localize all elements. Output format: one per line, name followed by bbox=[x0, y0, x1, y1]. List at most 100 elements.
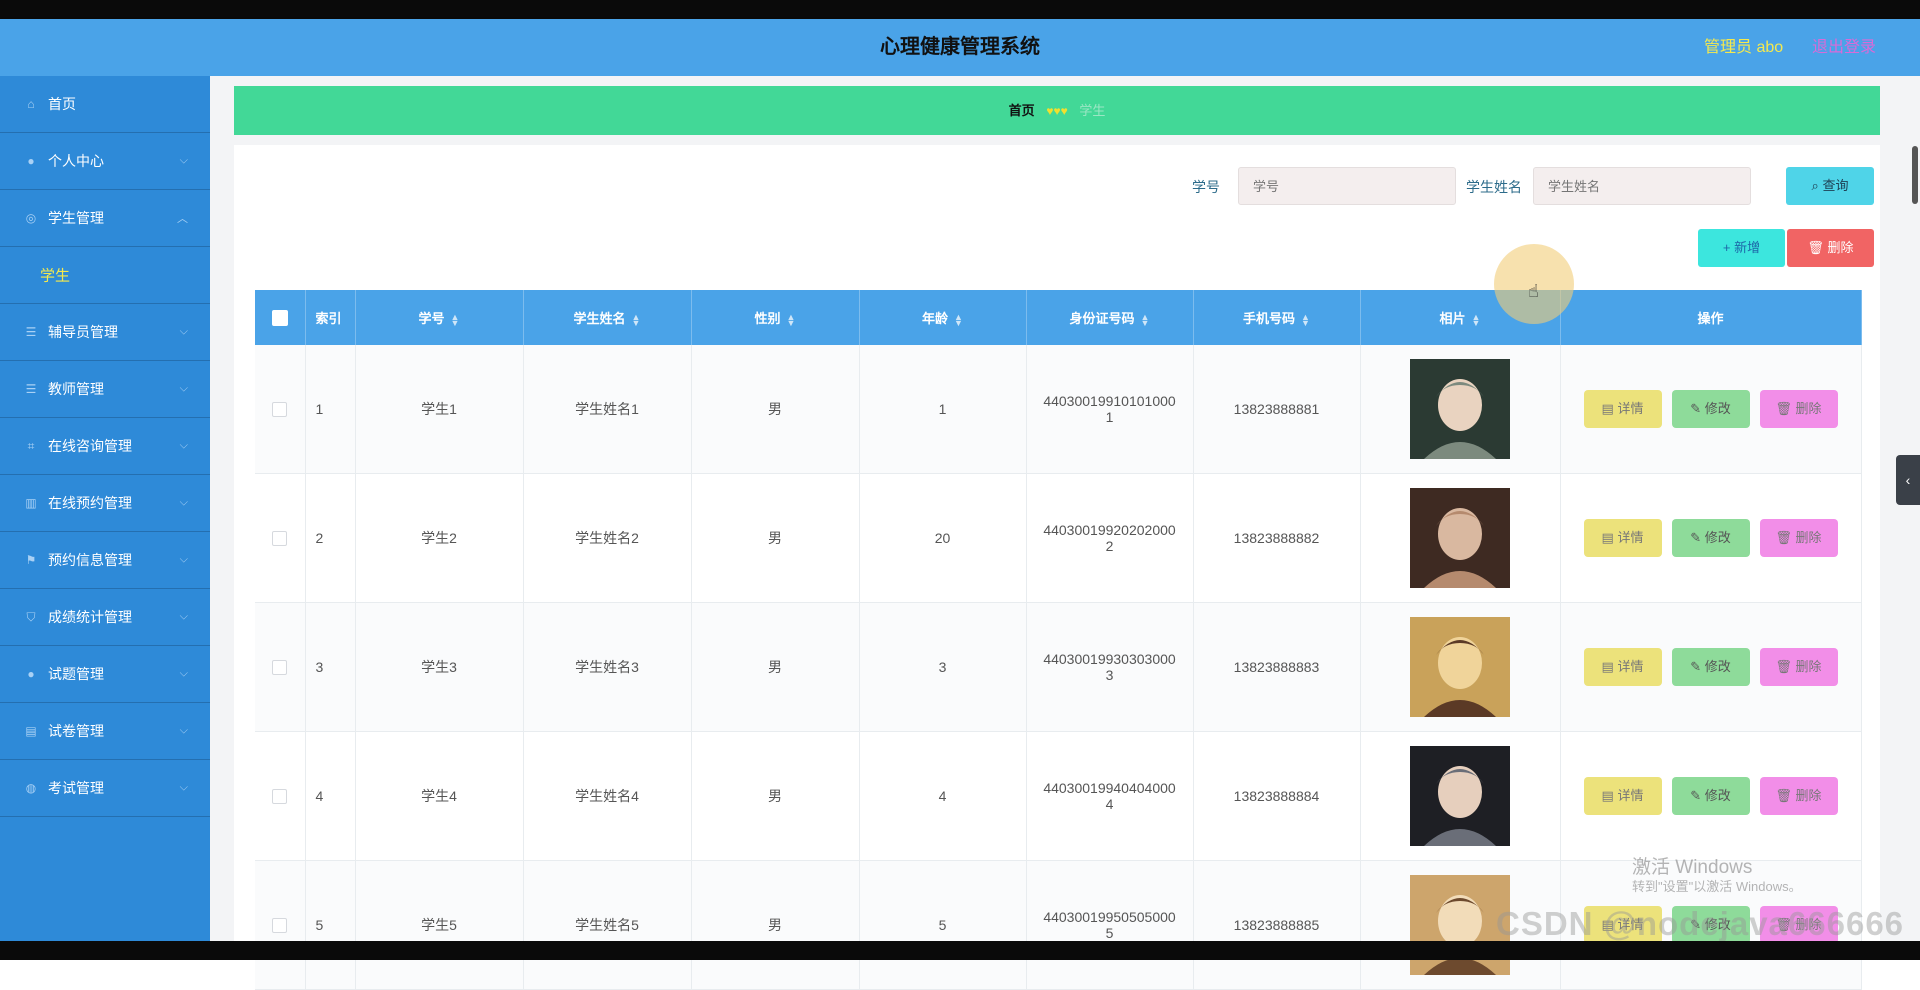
sort-icon[interactable]: ▲ ▼ bbox=[1301, 312, 1310, 327]
edit-button[interactable]: ✎ 修改 bbox=[1671, 519, 1750, 557]
sidebar-item-booking-info[interactable]: ⚑ 预约信息管理 ⌵ bbox=[0, 532, 210, 589]
sidebar-item-home[interactable]: ⌂ 首页 bbox=[0, 76, 210, 133]
book-icon: ▥ bbox=[25, 496, 37, 510]
app-title: 心理健康管理系统 bbox=[880, 36, 1040, 58]
edit-button[interactable]: ✎ 修改 bbox=[1671, 390, 1750, 428]
chevron-down-icon: ⌵ bbox=[179, 667, 188, 680]
select-all-cell[interactable] bbox=[255, 290, 306, 345]
sort-icon[interactable]: ▲ ▼ bbox=[1141, 312, 1150, 327]
detail-button[interactable]: ▤ 详情 bbox=[1583, 648, 1662, 686]
cell-phone: 13823888885 bbox=[1193, 860, 1361, 990]
column-header-student-name[interactable]: 学生姓名 ▲ ▼ bbox=[523, 290, 692, 345]
student-name-input[interactable] bbox=[1533, 167, 1751, 205]
app-header: 心理健康管理系统 管理员 abo 退出登录 bbox=[0, 19, 1920, 76]
row-checkbox[interactable] bbox=[272, 789, 288, 805]
id-number-part1: 44030019940404000 bbox=[1043, 780, 1176, 796]
batch-delete-button[interactable]: 🗑 删除 bbox=[1787, 229, 1874, 267]
delete-button[interactable]: 🗑 删除 bbox=[1759, 519, 1838, 557]
sort-icon[interactable]: ▲ ▼ bbox=[1472, 312, 1481, 327]
student-photo[interactable] bbox=[1410, 875, 1510, 975]
add-button[interactable]: + 新增 bbox=[1698, 229, 1785, 267]
column-header-gender[interactable]: 性别 ▲ ▼ bbox=[691, 290, 860, 345]
edit-button-label: 修改 bbox=[1704, 401, 1731, 416]
student-no-input[interactable] bbox=[1238, 167, 1456, 205]
sort-icon[interactable]: ▲ ▼ bbox=[632, 312, 641, 327]
cell-id-number: 44030019940404000 4 bbox=[1026, 731, 1194, 861]
delete-button[interactable]: 🗑 删除 bbox=[1759, 648, 1838, 686]
row-select-cell[interactable] bbox=[255, 731, 306, 861]
sort-icon[interactable]: ▲ ▼ bbox=[451, 312, 460, 327]
student-name-label: 学生姓名 bbox=[1466, 179, 1522, 195]
column-header-age[interactable]: 年龄 ▲ ▼ bbox=[859, 290, 1027, 345]
cell-age: 4 bbox=[859, 731, 1027, 861]
student-photo[interactable] bbox=[1410, 359, 1510, 459]
sort-icon[interactable]: ▲ ▼ bbox=[787, 312, 796, 327]
delete-button[interactable]: 🗑 删除 bbox=[1759, 390, 1838, 428]
edit-button[interactable]: ✎ 修改 bbox=[1671, 648, 1750, 686]
cell-phone: 13823888881 bbox=[1193, 345, 1361, 474]
edit-button-label: 修改 bbox=[1704, 788, 1731, 803]
delete-button-label: 删除 bbox=[1795, 530, 1822, 545]
sidebar-item-exam-management[interactable]: ◍ 考试管理 ⌵ bbox=[0, 760, 210, 817]
query-button[interactable]: ⌕ 查询 bbox=[1786, 167, 1874, 205]
cell-phone: 13823888883 bbox=[1193, 602, 1361, 732]
sidebar-item-counselor-management[interactable]: ☰ 辅导员管理 ⌵ bbox=[0, 304, 210, 361]
student-photo[interactable] bbox=[1410, 488, 1510, 588]
paper-icon: ▤ bbox=[25, 724, 37, 738]
row-select-cell[interactable] bbox=[255, 860, 306, 990]
logout-link[interactable]: 退出登录 bbox=[1812, 19, 1876, 76]
sidebar-item-online-consult[interactable]: ⌗ 在线咨询管理 ⌵ bbox=[0, 418, 210, 475]
cell-actions: ▤ 详情 ✎ 修改 🗑 删除 bbox=[1560, 602, 1862, 732]
chevron-down-icon: ⌵ bbox=[179, 724, 188, 737]
row-select-cell[interactable] bbox=[255, 602, 306, 732]
sidebar-item-paper-management[interactable]: ▤ 试卷管理 ⌵ bbox=[0, 703, 210, 760]
detail-button[interactable]: ▤ 详情 bbox=[1583, 390, 1662, 428]
column-header-student-no[interactable]: 学号 ▲ ▼ bbox=[355, 290, 524, 345]
sidebar-item-question-management[interactable]: ● 试题管理 ⌵ bbox=[0, 646, 210, 703]
student-table: 索引 学号 ▲ ▼ 学生姓名 ▲ ▼ 性别 ▲ ▼ 年龄 ▲ ▼ 身份证号码 ▲ ▼ 手机号码 ▲ ▼ … bbox=[255, 290, 1862, 990]
hand-cursor-icon: ☝ bbox=[1528, 281, 1539, 301]
search-icon: ⌕ bbox=[1811, 178, 1823, 193]
sidebar-subitem-student[interactable]: 学生 bbox=[0, 247, 210, 304]
scrollbar-thumb[interactable] bbox=[1912, 146, 1918, 204]
plus-icon: + bbox=[1722, 240, 1735, 255]
student-photo[interactable] bbox=[1410, 617, 1510, 717]
row-checkbox[interactable] bbox=[272, 660, 288, 676]
row-select-cell[interactable] bbox=[255, 345, 306, 474]
detail-button[interactable]: ▤ 详情 bbox=[1583, 519, 1662, 557]
delete-button[interactable]: 🗑 删除 bbox=[1759, 777, 1838, 815]
table-row: 4 学生4 学生姓名4 男 4 44030019940404000 4 13823888884… bbox=[255, 731, 1862, 861]
column-header-id-number[interactable]: 身份证号码 ▲ ▼ bbox=[1026, 290, 1194, 345]
sidebar-item-label: 考试管理 bbox=[48, 780, 104, 796]
sidebar-item-label: 成绩统计管理 bbox=[48, 609, 132, 625]
sidebar-item-online-booking[interactable]: ▥ 在线预约管理 ⌵ bbox=[0, 475, 210, 532]
student-photo[interactable] bbox=[1410, 746, 1510, 846]
edit-button[interactable]: ✎ 修改 bbox=[1671, 777, 1750, 815]
column-header-index: 索引 bbox=[305, 290, 356, 345]
sort-icon[interactable]: ▲ ▼ bbox=[954, 312, 963, 327]
page-scrollbar[interactable] bbox=[1910, 76, 1920, 941]
row-checkbox[interactable] bbox=[272, 531, 288, 547]
sidebar-item-label: 首页 bbox=[48, 96, 76, 112]
sidebar-item-teacher-management[interactable]: ☰ 教师管理 ⌵ bbox=[0, 361, 210, 418]
user-icon: ● bbox=[27, 154, 35, 168]
row-checkbox[interactable] bbox=[272, 918, 288, 934]
chevron-up-icon: ︿ bbox=[177, 213, 188, 225]
breadcrumb-home[interactable]: 首页 bbox=[1009, 103, 1035, 118]
sidebar-item-label: 教师管理 bbox=[48, 381, 104, 397]
select-all-checkbox[interactable] bbox=[271, 309, 288, 326]
cell-gender: 男 bbox=[691, 602, 860, 732]
detail-button[interactable]: ▤ 详情 bbox=[1583, 777, 1662, 815]
row-select-cell[interactable] bbox=[255, 473, 306, 603]
document-icon: ▤ bbox=[1601, 401, 1618, 416]
sidebar-item-score-stats[interactable]: ⛉ 成绩统计管理 ⌵ bbox=[0, 589, 210, 646]
screen-top-bar bbox=[0, 0, 1920, 19]
collapse-handle-chevron-left-icon[interactable]: ‹ bbox=[1896, 455, 1920, 505]
watermark-line1: 激活 Windows bbox=[1632, 857, 1753, 878]
trash-icon: 🗑 bbox=[1775, 788, 1796, 803]
column-header-phone[interactable]: 手机号码 ▲ ▼ bbox=[1193, 290, 1361, 345]
sidebar-item-student-management[interactable]: ◎ 学生管理 ︿ bbox=[0, 190, 210, 247]
column-header-label: 手机号码 bbox=[1243, 311, 1296, 326]
row-checkbox[interactable] bbox=[272, 402, 288, 418]
sidebar-item-personal-center[interactable]: ● 个人中心 ⌵ bbox=[0, 133, 210, 190]
